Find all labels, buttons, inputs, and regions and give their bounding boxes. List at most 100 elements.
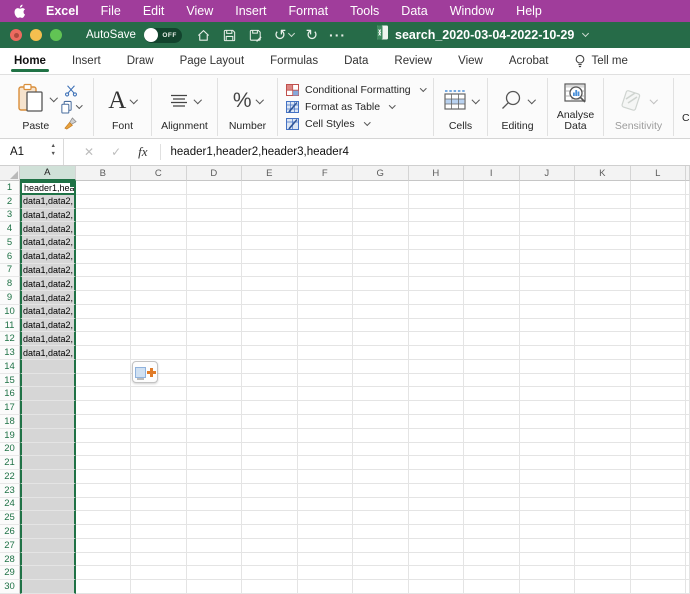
cell-F21[interactable] xyxy=(298,456,354,470)
cell-J14[interactable] xyxy=(520,360,576,374)
cells-group[interactable]: Cells xyxy=(434,78,488,136)
cell-J9[interactable] xyxy=(520,291,576,305)
redo-icon[interactable]: ↻ xyxy=(305,28,318,43)
cell-L9[interactable] xyxy=(631,291,687,305)
cell-L28[interactable] xyxy=(631,553,687,567)
cell-D21[interactable] xyxy=(187,456,243,470)
cell-K9[interactable] xyxy=(575,291,631,305)
cell-I1[interactable] xyxy=(464,181,520,195)
cell-D24[interactable] xyxy=(187,498,243,512)
cell-J12[interactable] xyxy=(520,332,576,346)
cell-K8[interactable] xyxy=(575,277,631,291)
alignment-chevron-icon[interactable] xyxy=(194,96,202,104)
undo-chevron-icon[interactable] xyxy=(288,30,295,37)
save-as-icon[interactable] xyxy=(248,28,263,43)
cell-L4[interactable] xyxy=(631,222,687,236)
cell-C12[interactable] xyxy=(131,332,187,346)
cell-G27[interactable] xyxy=(353,539,409,553)
cell-G25[interactable] xyxy=(353,511,409,525)
cell-G14[interactable] xyxy=(353,360,409,374)
row-header-5[interactable]: 5 xyxy=(0,236,20,250)
cell-D9[interactable] xyxy=(187,291,243,305)
cell-L29[interactable] xyxy=(631,566,687,580)
cell-C7[interactable] xyxy=(131,264,187,278)
cell-G29[interactable] xyxy=(353,566,409,580)
cell-F18[interactable] xyxy=(298,415,354,429)
cell-styles-chevron-icon[interactable] xyxy=(364,119,370,125)
cell-F16[interactable] xyxy=(298,387,354,401)
column-header-C[interactable]: C xyxy=(131,166,187,181)
cell-L18[interactable] xyxy=(631,415,687,429)
cell-K21[interactable] xyxy=(575,456,631,470)
tab-data[interactable]: Data xyxy=(342,48,370,74)
cell-E25[interactable] xyxy=(242,511,298,525)
row-header-3[interactable]: 3 xyxy=(0,209,20,223)
confirm-icon[interactable]: ✓ xyxy=(111,145,121,159)
cell-B17[interactable] xyxy=(76,401,132,415)
name-box-spinner[interactable]: ▲▼ xyxy=(51,143,56,159)
cell-B10[interactable] xyxy=(76,305,132,319)
cell-H20[interactable] xyxy=(409,443,465,457)
cell-E19[interactable] xyxy=(242,429,298,443)
cell-L16[interactable] xyxy=(631,387,687,401)
cell-J19[interactable] xyxy=(520,429,576,443)
cell-B22[interactable] xyxy=(76,470,132,484)
cell-A29[interactable] xyxy=(20,566,76,580)
cell-B21[interactable] xyxy=(76,456,132,470)
cell-D26[interactable] xyxy=(187,525,243,539)
cell-E27[interactable] xyxy=(242,539,298,553)
cell-A24[interactable] xyxy=(20,498,76,512)
cell-K30[interactable] xyxy=(575,580,631,594)
paste-button[interactable] xyxy=(16,83,57,115)
column-header-E[interactable]: E xyxy=(242,166,298,181)
cell-I13[interactable] xyxy=(464,346,520,360)
cell-H27[interactable] xyxy=(409,539,465,553)
cell-H17[interactable] xyxy=(409,401,465,415)
cell-G28[interactable] xyxy=(353,553,409,567)
cell-E5[interactable] xyxy=(242,236,298,250)
cell-C9[interactable] xyxy=(131,291,187,305)
cell-B2[interactable] xyxy=(76,195,132,209)
cell-J26[interactable] xyxy=(520,525,576,539)
cell-G10[interactable] xyxy=(353,305,409,319)
cell-D27[interactable] xyxy=(187,539,243,553)
cell-A26[interactable] xyxy=(20,525,76,539)
cell-L2[interactable] xyxy=(631,195,687,209)
cell-L26[interactable] xyxy=(631,525,687,539)
cell-A12[interactable]: data1,data2, xyxy=(20,332,76,346)
row-header-20[interactable]: 20 xyxy=(0,443,20,457)
cell-G24[interactable] xyxy=(353,498,409,512)
cell-C27[interactable] xyxy=(131,539,187,553)
cell-L24[interactable] xyxy=(631,498,687,512)
cell-D29[interactable] xyxy=(187,566,243,580)
cell-D1[interactable] xyxy=(187,181,243,195)
cell-I16[interactable] xyxy=(464,387,520,401)
cell-B16[interactable] xyxy=(76,387,132,401)
cell-C6[interactable] xyxy=(131,250,187,264)
row-header-16[interactable]: 16 xyxy=(0,387,20,401)
cell-F20[interactable] xyxy=(298,443,354,457)
cell-I9[interactable] xyxy=(464,291,520,305)
cell-F11[interactable] xyxy=(298,319,354,333)
cell-I23[interactable] xyxy=(464,484,520,498)
cells-chevron-icon[interactable] xyxy=(472,96,480,104)
cell-G8[interactable] xyxy=(353,277,409,291)
column-header-K[interactable]: K xyxy=(575,166,631,181)
cell-J21[interactable] xyxy=(520,456,576,470)
cell-B7[interactable] xyxy=(76,264,132,278)
menu-item-edit[interactable]: Edit xyxy=(143,4,165,18)
copy-chevron-icon[interactable] xyxy=(76,102,82,108)
cell-E11[interactable] xyxy=(242,319,298,333)
cell-D30[interactable] xyxy=(187,580,243,594)
cell-B30[interactable] xyxy=(76,580,132,594)
cell-K15[interactable] xyxy=(575,374,631,388)
cell-H29[interactable] xyxy=(409,566,465,580)
cell-H24[interactable] xyxy=(409,498,465,512)
cell-L6[interactable] xyxy=(631,250,687,264)
cell-G17[interactable] xyxy=(353,401,409,415)
cell-K19[interactable] xyxy=(575,429,631,443)
cell-I10[interactable] xyxy=(464,305,520,319)
menu-item-format[interactable]: Format xyxy=(289,4,329,18)
cell-I25[interactable] xyxy=(464,511,520,525)
cell-H26[interactable] xyxy=(409,525,465,539)
